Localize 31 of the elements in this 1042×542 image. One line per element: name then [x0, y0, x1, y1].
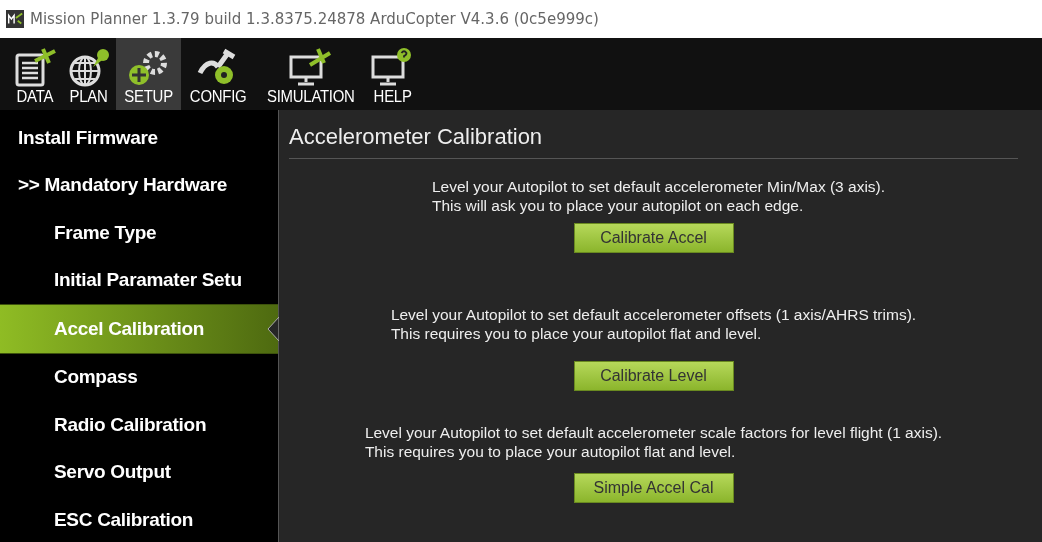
- sidebar-item[interactable]: Frame Type: [0, 209, 278, 257]
- globe-pin-icon: [67, 47, 111, 87]
- toolbar-tab[interactable]: DATA: [8, 38, 62, 110]
- instruction-text: This requires you to place your autopilot flat and level.: [390, 324, 763, 343]
- sidebar-item[interactable]: Radio Calibration: [0, 401, 278, 449]
- app-logo-icon: [6, 10, 24, 28]
- instruction-text: This requires you to place your autopilot flat and level.: [364, 442, 737, 461]
- calibrate-button[interactable]: Calibrate Accel: [573, 223, 734, 253]
- sidebar-item[interactable]: Servo Output: [0, 448, 278, 496]
- toolbar-tab[interactable]: SETUP: [116, 38, 182, 110]
- toolbar-tab[interactable]: CONFIG: [181, 38, 256, 110]
- sidebar-item[interactable]: Compass: [0, 353, 278, 401]
- calibrate-button[interactable]: Simple Accel Cal: [573, 473, 734, 503]
- sidebar-item[interactable]: Install Firmware: [0, 114, 278, 162]
- sidebar-item[interactable]: Accel Calibration: [0, 304, 278, 354]
- sidebar-item[interactable]: Initial Paramater Setu: [0, 256, 278, 304]
- instruction-text: This will ask you to place your autopilot on each edge.: [431, 196, 805, 215]
- toolbar-tab[interactable]: PLAN: [62, 38, 116, 110]
- toolbar-tab[interactable]: HELP: [365, 38, 420, 110]
- panel-title: Accelerometer Calibration: [289, 124, 1018, 159]
- document-plane-icon: [13, 47, 57, 87]
- sidebar-item[interactable]: ESC Calibration: [0, 496, 278, 542]
- instruction-text: Level your Autopilot to set default accelerometer scale factors for level flight (1 axis).: [364, 423, 943, 442]
- pointer-icon: [267, 317, 279, 341]
- calibrate-button[interactable]: Calibrate Level: [573, 361, 734, 391]
- window-title: Mission Planner 1.3.79 build 1.3.8375.24878 ArduCopter V4.3.6 (0c5e999c): [30, 10, 599, 28]
- toolbar-tab[interactable]: SIMULATION: [255, 38, 366, 110]
- monitor-plane-icon: [288, 47, 333, 87]
- instruction-text: Level your Autopilot to set default accelerometer offsets (1 axis/AHRS trims).: [390, 305, 917, 324]
- instruction-text: Level your Autopilot to set default accelerometer Min/Max (3 axis).: [431, 177, 886, 196]
- sidebar-item[interactable]: >> Mandatory Hardware: [0, 161, 278, 209]
